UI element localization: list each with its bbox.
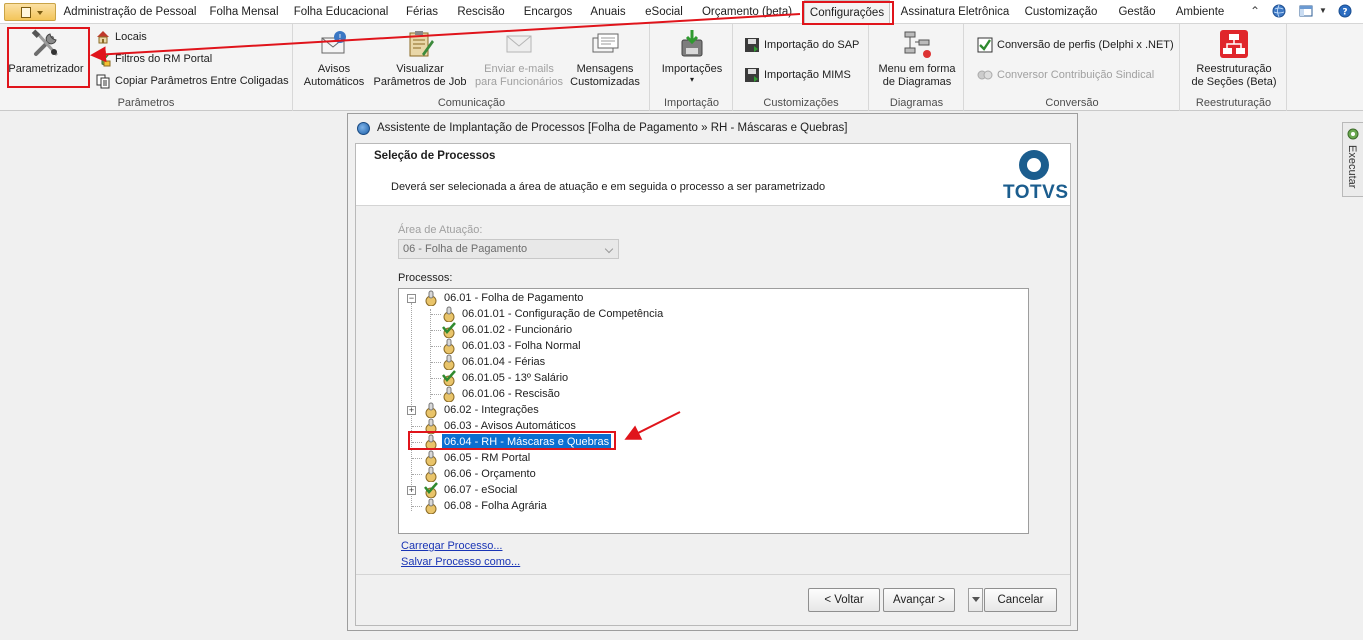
annotation-arrows xyxy=(90,13,801,440)
annotation-arrow-to-parametrizador xyxy=(90,13,801,63)
annotation-arrow-to-selected-process xyxy=(624,411,681,440)
